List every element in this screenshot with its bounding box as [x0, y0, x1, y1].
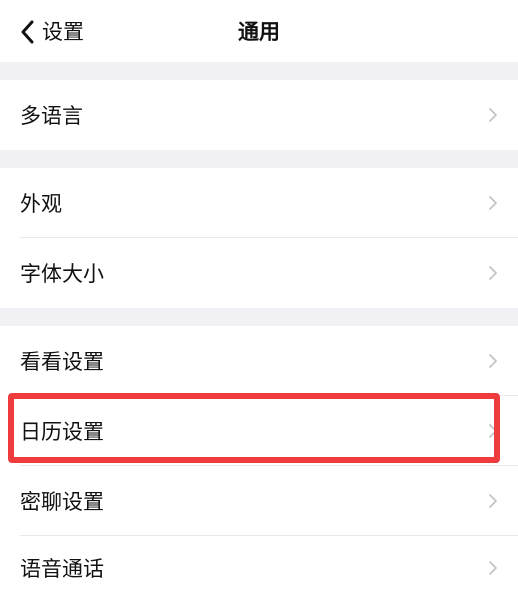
list-item-label: 字体大小	[20, 262, 104, 286]
page-title: 通用	[238, 20, 280, 44]
list-item-label: 语音通话	[20, 557, 104, 581]
list-item-voice-call[interactable]: 语音通话	[0, 536, 518, 600]
list-item-label: 看看设置	[20, 350, 104, 374]
chevron-right-icon	[488, 353, 498, 369]
section-gap	[0, 308, 518, 326]
list-item-calendar-settings[interactable]: 日历设置	[0, 396, 518, 466]
list-item-font-size[interactable]: 字体大小	[0, 238, 518, 308]
list-item-multilanguage[interactable]: 多语言	[0, 80, 518, 150]
list-item-secret-chat-settings[interactable]: 密聊设置	[0, 466, 518, 536]
chevron-right-icon	[488, 423, 498, 439]
chevron-right-icon	[488, 107, 498, 123]
navigation-bar: 设置 通用	[0, 0, 518, 62]
list-item-appearance[interactable]: 外观	[0, 168, 518, 238]
chevron-right-icon	[488, 493, 498, 509]
list-item-label: 外观	[20, 192, 62, 216]
list-item-label: 日历设置	[20, 420, 104, 444]
section-gap	[0, 150, 518, 168]
chevron-right-icon	[488, 195, 498, 211]
chevron-right-icon	[488, 265, 498, 281]
section-gap	[0, 62, 518, 80]
chevron-right-icon	[488, 560, 498, 576]
list-item-label: 密聊设置	[20, 490, 104, 514]
list-item-label: 多语言	[20, 104, 83, 128]
list-item-kankan-settings[interactable]: 看看设置	[0, 326, 518, 396]
